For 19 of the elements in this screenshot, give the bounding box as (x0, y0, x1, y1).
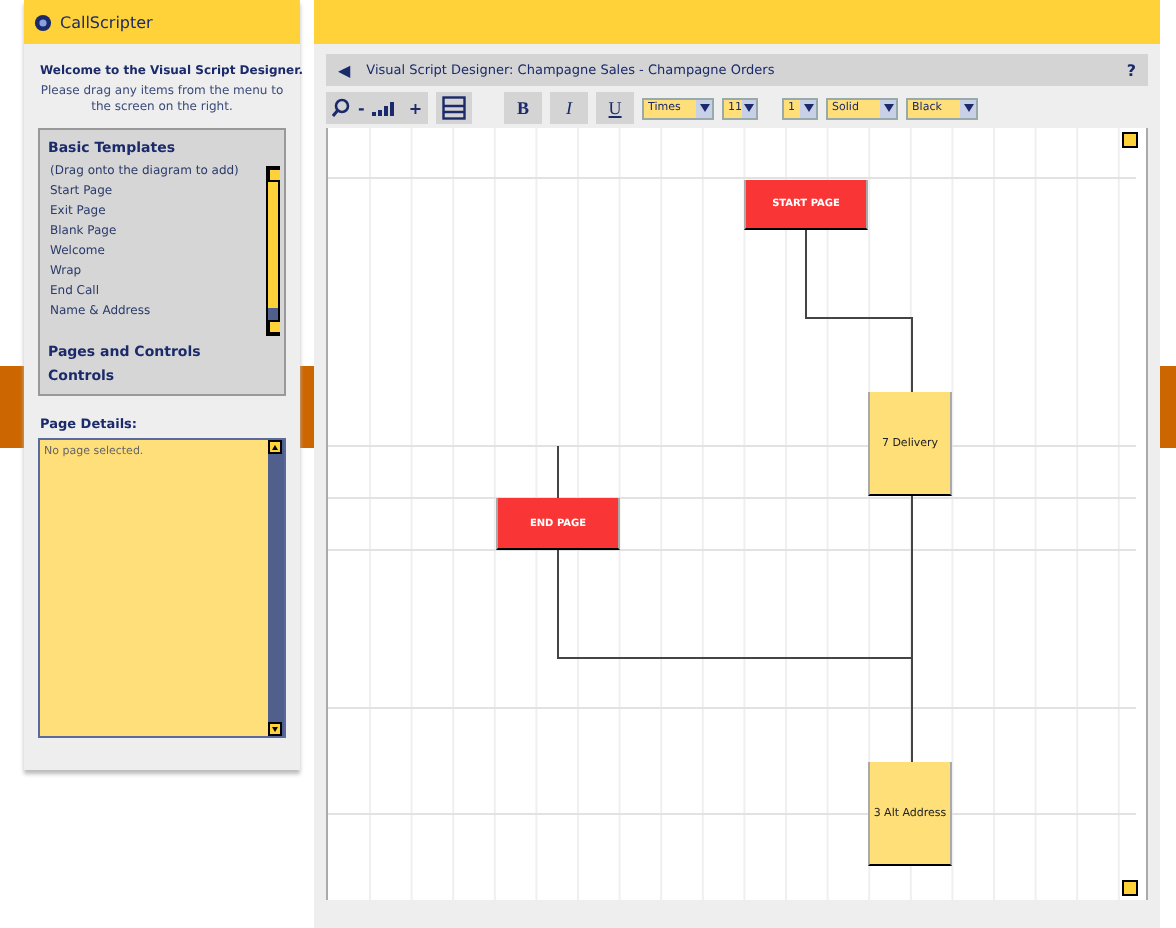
caret-icon (744, 104, 755, 112)
caret-icon (883, 104, 894, 112)
format-button[interactable]: U (596, 92, 635, 124)
connector-line (557, 445, 559, 499)
zoom-in-button[interactable]: + (408, 99, 423, 117)
format-button[interactable]: B (504, 92, 543, 124)
search-icon[interactable] (332, 98, 350, 118)
caret-icon (803, 104, 814, 112)
scroll-up-button[interactable] (1122, 132, 1138, 148)
caret-icon (699, 104, 710, 112)
format-button[interactable]: I (550, 92, 589, 124)
back-button[interactable]: ◀ (338, 61, 351, 79)
help-button[interactable]: ? (1126, 61, 1136, 79)
app-name: CallScripter (60, 13, 153, 31)
zoom-out-button[interactable]: - (358, 99, 365, 117)
caret-icon (963, 104, 974, 112)
list-scrollbar[interactable] (266, 166, 280, 337)
logo-icon (34, 13, 52, 31)
scroll-down-button[interactable] (1122, 880, 1138, 896)
